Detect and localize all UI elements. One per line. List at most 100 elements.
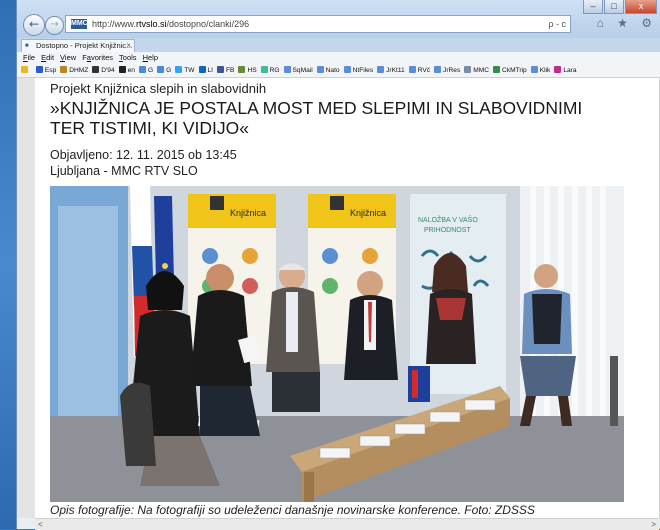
favorite-label: SqMail [292,67,313,74]
menu-item-edit[interactable]: Edit [41,52,54,64]
favorite-link-jrkt11[interactable]: JrKt11 [377,64,405,77]
favorite-favicon-icon [118,66,126,73]
horizontal-scrollbar[interactable]: < > [35,518,659,530]
article-location: Ljubljana - MMC RTV SLO [50,164,198,178]
favorite-favicon-icon [198,66,206,73]
menu-item-view[interactable]: View [60,52,76,64]
favorite-link-d94[interactable]: D'94 [92,64,115,77]
favorite-favicon-icon [464,66,472,73]
favorite-label: CkMTrip [502,67,527,74]
favorite-favicon-icon [493,66,501,73]
favorite-link-hs[interactable]: HS [238,64,257,77]
favorite-favicon-icon [157,66,165,73]
favorite-favicon-icon [408,66,416,73]
favorite-favicon-icon [175,66,183,73]
browser-window: ← → MMC http://www.rtvslo.si/dostopno/cl… [16,0,660,530]
favorite-label: RG [269,67,280,74]
home-favorites-settings-icon[interactable]: ⌂ ★ ⚙ [597,16,657,30]
favorite-label: JrRes [443,67,461,74]
favorite-label: MMC [473,67,490,74]
favorite-favicon-icon [92,66,100,73]
favorite-label: G [166,67,172,74]
favorite-favicon-icon [377,66,385,73]
favorite-label: LI [207,67,214,74]
favorite-label: RVč [417,67,431,74]
favorite-link-g[interactable]: G [138,64,154,77]
favorite-favicon-icon [238,66,246,73]
favorite-link-ckmtrip[interactable]: CkMTrip [493,64,527,77]
favorite-label: Lara [563,67,577,74]
site-favicon-icon: MMC [71,19,88,29]
article-photo: Knjižnica Knjižnica NALOŽBA V VAŠO PRIHO… [50,186,624,502]
close-window-button[interactable]: x [625,0,657,14]
favorite-label: TW [184,67,195,74]
back-button[interactable]: ← [23,14,45,36]
favorite-link-rg[interactable]: RG [260,64,280,77]
menu-item-file[interactable]: File [23,52,35,64]
url-path: /dostopno/clanki/296 [166,19,250,29]
favorite-link-fb[interactable]: FB [217,64,234,77]
favorite-favicon-icon [35,66,43,73]
tab-row: ■ Dostopno - Projekt Knjižnic... × [17,38,660,53]
favorite-label: FB [226,67,235,74]
url-prefix: http://www. [92,19,137,29]
scroll-left-icon[interactable]: < [38,519,43,530]
favorite-label: G [147,67,154,74]
menu-item-help[interactable]: Help [143,52,158,64]
favorite-link-esp[interactable]: Esp [35,64,56,77]
favorite-label: en [127,67,135,74]
url-host: rtvslo.si [136,19,167,29]
article-published-date: Objavljeno: 12. 11. 2015 ob 13:45 [50,148,237,162]
tab-close-icon[interactable]: × [126,40,131,52]
favorite-link-rv[interactable]: RVč [408,64,431,77]
banner3-line2: PRIHODNOST [424,227,471,234]
favorite-label: Klik [539,67,551,74]
search-refresh-icon[interactable]: ρ - c [548,16,566,32]
favorite-link-dhmz[interactable]: DHMZ [60,64,88,77]
tab-favicon-icon: ■ [25,43,29,49]
tab-dostopno[interactable]: ■ Dostopno - Projekt Knjižnic... × [21,39,135,52]
favorite-link-mmc[interactable]: MMC [464,64,489,77]
favorite-favicon-icon [434,66,442,73]
favorite-favicon-icon [260,66,268,73]
menu-item-tools[interactable]: Tools [119,52,137,64]
tab-label: Dostopno - Projekt Knjižnic... [36,41,133,50]
favorite-label: D'94 [101,67,115,74]
menu-item-favorites[interactable]: Favorites [82,52,113,64]
favorite-favicon-icon [554,66,562,73]
favorite-label: DHMZ [69,67,89,74]
navigation-bar: ← → MMC http://www.rtvslo.si/dostopno/cl… [17,0,660,38]
window-controls: – □ x [582,0,657,14]
favorite-link-sqmail[interactable]: SqMail [283,64,313,77]
favorite-link-jrres[interactable]: JrRes [434,64,460,77]
favorite-link-li[interactable]: LI [198,64,214,77]
banner1-title: Knjižnica [230,208,266,218]
scroll-right-icon[interactable]: > [651,519,656,530]
favorite-link-g[interactable]: G [157,64,171,77]
favorite-favicon-icon [60,66,68,73]
favorite-link-en[interactable]: en [118,64,135,77]
page-left-gutter [17,78,35,518]
article-headline: »KNJIŽNICA JE POSTALA MOST MED SLEPIMI I… [50,98,583,138]
favorite-label: JrKt11 [386,67,405,74]
favorite-link-lara[interactable]: Lara [554,64,577,77]
desktop-edge [0,0,16,529]
menu-bar: File Edit View Favorites Tools Help [17,52,660,64]
favorite-favicon-icon [217,66,225,73]
favorite-favicon-icon [283,66,291,73]
favorite-favicon-icon [316,66,324,73]
maximize-button[interactable]: □ [604,0,624,14]
page-content: Projekt Knjižnica slepih in slabovidnih … [35,78,659,518]
favorite-link-nato[interactable]: Nato [316,64,340,77]
favorite-favicon-icon [343,66,351,73]
add-favorites-icon[interactable] [21,64,30,77]
press-conference-photo: Knjižnica Knjižnica NALOŽBA V VAŠO PRIHO… [50,186,624,502]
address-bar[interactable]: MMC http://www.rtvslo.si/dostopno/clanki… [65,15,571,33]
forward-button[interactable]: → [45,16,64,35]
favorite-link-tw[interactable]: TW [175,64,195,77]
favorite-link-klik[interactable]: Klik [530,64,551,77]
favorite-label: HS [247,67,257,74]
favorite-favicon-icon [138,66,146,73]
favorite-link-ntfiles[interactable]: NtFiles [343,64,373,77]
minimize-button[interactable]: – [583,0,603,14]
